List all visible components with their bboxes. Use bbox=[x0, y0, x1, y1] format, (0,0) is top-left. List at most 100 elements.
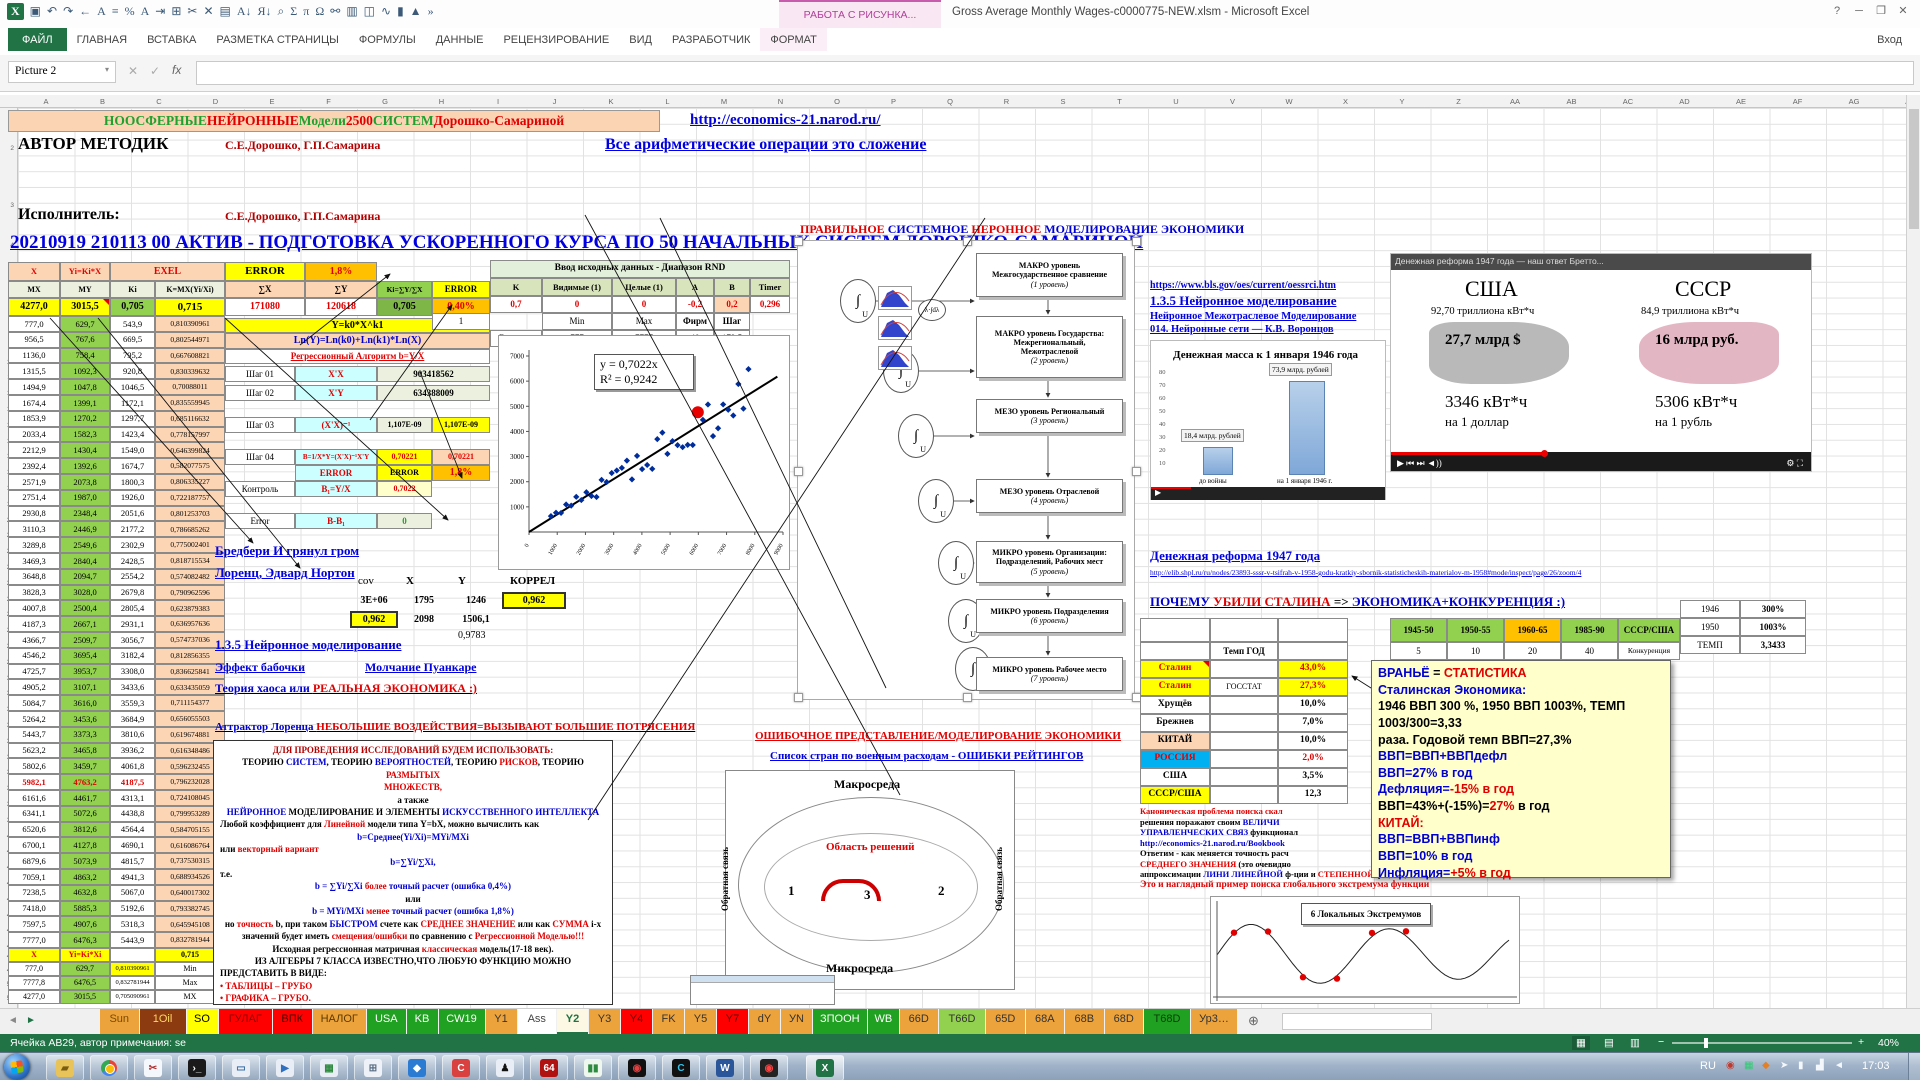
table-cell[interactable]: 6879,6 bbox=[8, 853, 60, 869]
table-cell[interactable]: 0,667608821 bbox=[155, 348, 225, 364]
table-cell[interactable]: Шаг 04 bbox=[225, 449, 295, 465]
corr-value[interactable]: 0,962 bbox=[350, 611, 398, 628]
mini-val[interactable]: 300% bbox=[1740, 600, 1806, 618]
sheet-nav-right-icon[interactable]: ► bbox=[26, 1015, 36, 1026]
table-cell[interactable]: ∑X bbox=[225, 281, 305, 298]
sheet-tab-USA[interactable]: USA bbox=[367, 1009, 406, 1035]
table-cell[interactable] bbox=[1210, 660, 1278, 678]
table-cell[interactable]: Контроль bbox=[225, 481, 295, 497]
table-cell[interactable]: 777,0 bbox=[8, 316, 60, 332]
reform-1947-link[interactable]: Денежная реформа 1947 года bbox=[1150, 548, 1320, 564]
table-cell[interactable]: Шаг 03 bbox=[225, 417, 295, 433]
table-cell[interactable]: 5072,6 bbox=[60, 806, 110, 822]
table-cell[interactable]: 3433,6 bbox=[110, 679, 155, 695]
table-cell[interactable]: 2751,4 bbox=[8, 490, 60, 506]
taskbar-snipping-tool[interactable]: ✂ bbox=[134, 1055, 172, 1080]
show-desktop-button[interactable] bbox=[1908, 1053, 1920, 1080]
table-cell[interactable]: B=1/X*Y=(X'X)⁻¹X'Y bbox=[295, 449, 377, 465]
table-cell[interactable]: 5443,9 bbox=[110, 932, 155, 948]
table-cell[interactable]: K=MX(Yi/Xi) bbox=[155, 281, 225, 298]
table-cell[interactable]: 1136,0 bbox=[8, 348, 60, 364]
table-cell[interactable]: ∑Y bbox=[305, 281, 377, 298]
stalin-row-label[interactable]: КИТАЙ bbox=[1140, 732, 1210, 750]
zoom-level[interactable]: 40% bbox=[1878, 1037, 1899, 1049]
table-cell[interactable]: ERROR bbox=[225, 262, 305, 281]
sheet-tab-66D[interactable]: 66D bbox=[900, 1009, 939, 1035]
table-cell[interactable]: 0,2 bbox=[714, 296, 750, 313]
taskbar-vscode[interactable]: ◆ bbox=[398, 1055, 436, 1080]
table-cell[interactable]: 1,8% bbox=[305, 262, 377, 281]
table-cell[interactable]: 1392,6 bbox=[60, 458, 110, 474]
table-cell[interactable]: 0,582077575 bbox=[155, 458, 225, 474]
table-cell[interactable]: 0,636957636 bbox=[155, 616, 225, 632]
table-cell[interactable]: 1423,4 bbox=[110, 427, 155, 443]
table-cell[interactable]: 3812,6 bbox=[60, 822, 110, 838]
video2-controls[interactable]: ▶ ⏮ ⏭ ◄))⚙ ⛶ bbox=[1391, 452, 1811, 471]
reform-url[interactable]: http://elib.shpl.ru/ru/nodes/23893-sssr-… bbox=[1150, 568, 1581, 577]
taskbar-app-64[interactable]: 64 bbox=[530, 1055, 568, 1080]
table-cell[interactable]: 7238,5 bbox=[8, 885, 60, 901]
mini-year[interactable]: ТЕМП bbox=[1680, 636, 1740, 654]
table-cell[interactable]: 1926,0 bbox=[110, 490, 155, 506]
table-cell[interactable]: 4763,2 bbox=[60, 774, 110, 790]
table-cell[interactable]: 4366,7 bbox=[8, 632, 60, 648]
taskbar-media-player[interactable]: ▶ bbox=[266, 1055, 304, 1080]
table-cell[interactable]: Темп ГОД bbox=[1210, 642, 1278, 660]
table-cell[interactable]: 0,802544971 bbox=[155, 332, 225, 348]
table-cell[interactable]: 10 bbox=[1447, 642, 1504, 660]
table-cell[interactable]: 1,107E-09 bbox=[377, 417, 432, 433]
table-cell[interactable]: 6700,1 bbox=[8, 837, 60, 853]
table-cell[interactable]: 3616,0 bbox=[60, 695, 110, 711]
table-cell[interactable]: 0,705 bbox=[377, 298, 432, 316]
sheet-tab-Y4[interactable]: Y4 bbox=[621, 1009, 652, 1035]
table-cell[interactable]: 2554,2 bbox=[110, 569, 155, 585]
taskbar-explorer[interactable]: ▰ bbox=[46, 1055, 84, 1080]
sheet-tab-Y7[interactable]: Y7 bbox=[717, 1009, 748, 1035]
table-cell[interactable]: 1270,2 bbox=[60, 411, 110, 427]
table-cell[interactable]: B-B₁ bbox=[295, 513, 377, 529]
table-cell[interactable]: 0,722187757 bbox=[155, 490, 225, 506]
table-cell[interactable]: 3828,3 bbox=[8, 585, 60, 601]
sheet-tab-68B[interactable]: 68B bbox=[1065, 1009, 1104, 1035]
table-cell[interactable]: 7777,0 bbox=[8, 932, 60, 948]
table-cell[interactable]: X'X bbox=[295, 366, 377, 382]
table-cell[interactable]: 1674,7 bbox=[110, 458, 155, 474]
start-button[interactable] bbox=[4, 1054, 30, 1080]
table-cell[interactable]: 2679,8 bbox=[110, 585, 155, 601]
table-cell[interactable]: 5982,1 bbox=[8, 774, 60, 790]
table-cell[interactable]: 3,5% bbox=[1278, 768, 1348, 786]
table-cell[interactable]: 1315,5 bbox=[8, 363, 60, 379]
zoom-in-icon[interactable]: + bbox=[1858, 1036, 1864, 1048]
table-cell[interactable]: 43,0% bbox=[1278, 660, 1348, 678]
table-cell[interactable]: 5 bbox=[1390, 642, 1447, 660]
table-cell[interactable]: Шаг 01 bbox=[225, 366, 295, 382]
table-cell[interactable]: 4277,0 bbox=[8, 990, 60, 1004]
table-cell[interactable]: 4905,2 bbox=[8, 679, 60, 695]
table-cell[interactable]: 2348,4 bbox=[60, 506, 110, 522]
table-cell[interactable] bbox=[1210, 714, 1278, 732]
table-cell[interactable]: 1430,4 bbox=[60, 442, 110, 458]
zoom-slider-thumb[interactable] bbox=[1704, 1038, 1708, 1048]
table-cell[interactable]: 2051,6 bbox=[110, 506, 155, 522]
table-cell[interactable]: 2094,7 bbox=[60, 569, 110, 585]
table-cell[interactable]: ERROR bbox=[377, 465, 432, 481]
table-cell[interactable]: 1853,9 bbox=[8, 411, 60, 427]
link-bradbury[interactable]: Бредбери И грянул гром bbox=[215, 543, 359, 559]
table-cell[interactable]: 5623,2 bbox=[8, 743, 60, 759]
table-cell[interactable]: 2033,4 bbox=[8, 427, 60, 443]
table-cell[interactable]: 3028,0 bbox=[60, 585, 110, 601]
language-indicator[interactable]: RU bbox=[1700, 1060, 1716, 1072]
table-cell[interactable]: 3684,9 bbox=[110, 711, 155, 727]
table-cell[interactable]: 758,4 bbox=[60, 348, 110, 364]
table-cell[interactable]: 0,70221 bbox=[432, 449, 490, 465]
sum-operations-link[interactable]: Все арифметические операции это сложение bbox=[605, 136, 926, 154]
table-cell[interactable]: 2302,9 bbox=[110, 537, 155, 553]
table-cell[interactable]: 7597,5 bbox=[8, 916, 60, 932]
page-layout-icon[interactable]: ▤ bbox=[1600, 1036, 1618, 1050]
sheet-tab-Y1[interactable]: Y1 bbox=[486, 1009, 517, 1035]
tray-volume[interactable]: ◄ bbox=[1834, 1060, 1844, 1071]
table-cell[interactable]: 5192,6 bbox=[110, 901, 155, 917]
table-cell[interactable]: 4690,1 bbox=[110, 837, 155, 853]
table-cell[interactable]: 0,646399824 bbox=[155, 442, 225, 458]
table-cell[interactable]: 2931,1 bbox=[110, 616, 155, 632]
